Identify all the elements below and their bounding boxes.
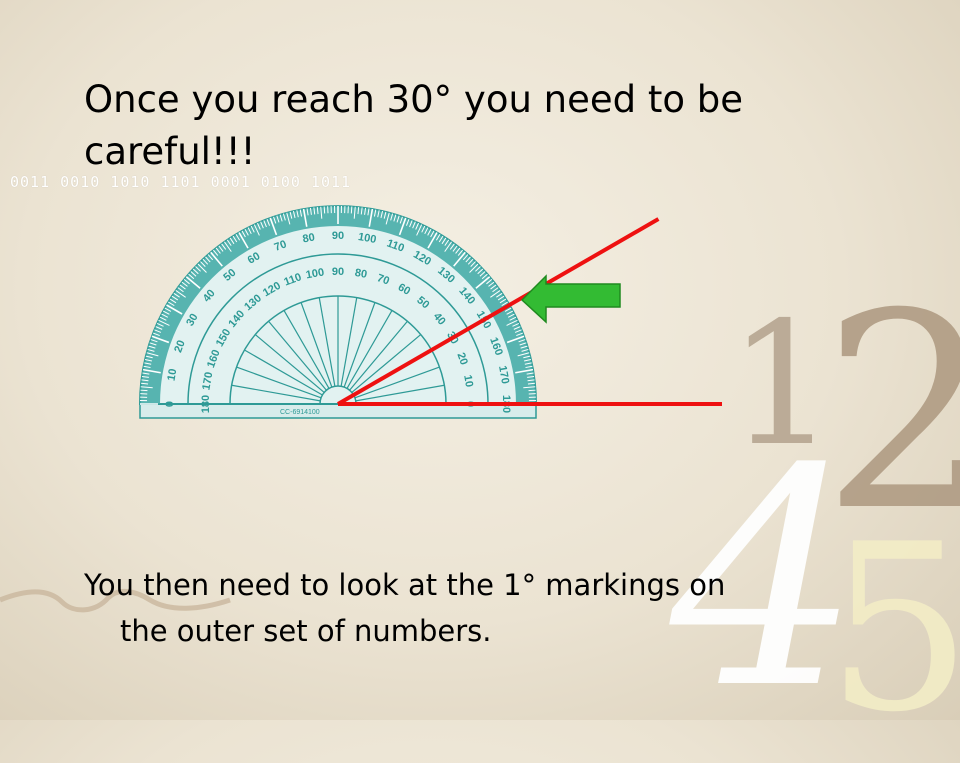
arrow-left-icon bbox=[522, 276, 620, 322]
protractor-model-code: CC-6914100 bbox=[280, 409, 320, 416]
arrow-shape bbox=[522, 276, 620, 322]
protractor-outer-label: 0 bbox=[164, 401, 176, 407]
protractor-inner-label: 180 bbox=[200, 395, 212, 413]
protractor-outer-label: 10 bbox=[165, 368, 179, 382]
protractor: 0102030405060708090100110120130140150160… bbox=[140, 206, 536, 418]
protractor-outer-label: 80 bbox=[302, 231, 316, 245]
protractor-inner-label: 10 bbox=[461, 374, 475, 388]
protractor-inner-label: 80 bbox=[354, 267, 368, 281]
slide-caption: You then need to look at the 1° markings… bbox=[84, 562, 864, 654]
caption-line-2: the outer set of numbers. bbox=[84, 608, 864, 654]
caption-line-1: You then need to look at the 1° markings… bbox=[84, 568, 725, 602]
protractor-inner-label: 90 bbox=[332, 266, 344, 278]
slide: 1 2 4 5 0011 0010 1010 1101 0001 0100 10… bbox=[0, 0, 960, 720]
protractor-outer-label: 90 bbox=[332, 230, 344, 242]
